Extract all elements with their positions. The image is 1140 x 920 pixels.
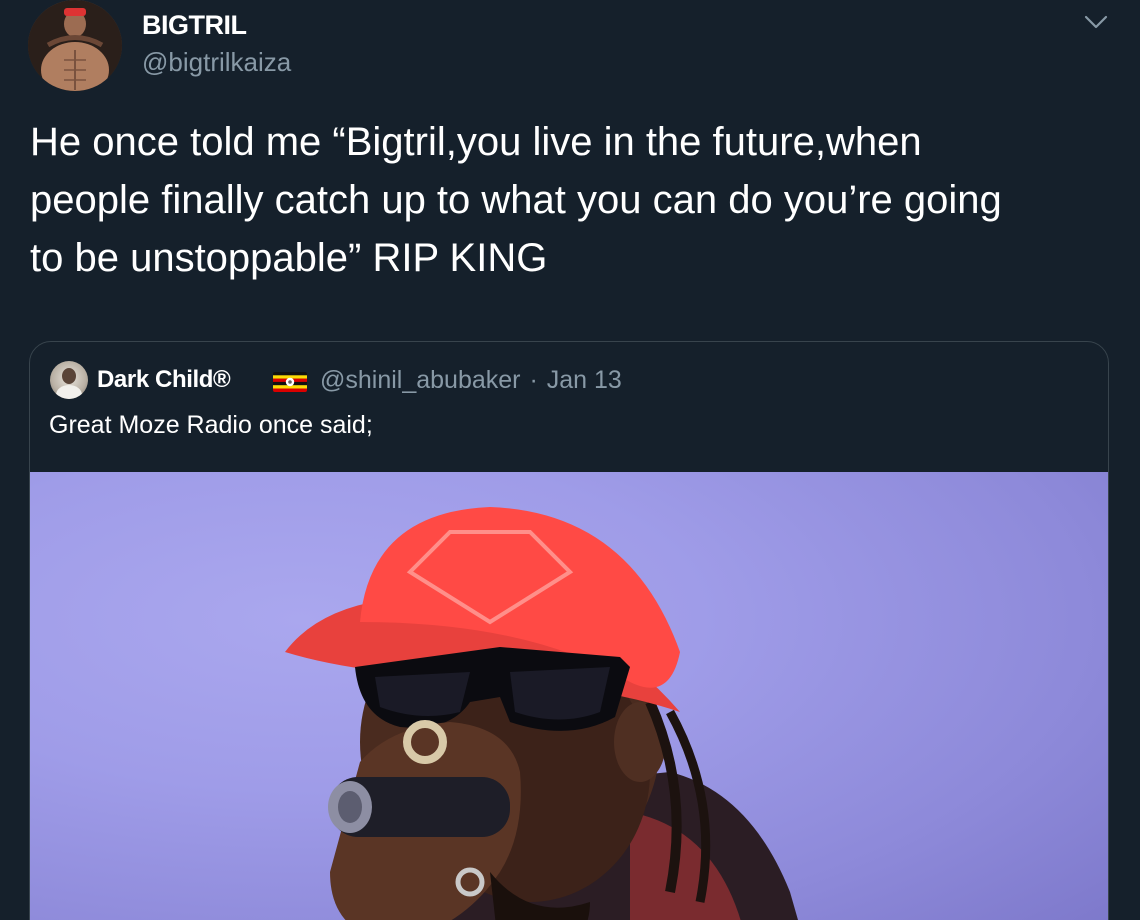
quoted-tweet-text: Great Moze Radio once said; bbox=[49, 411, 373, 439]
quoted-tweet[interactable]: Dark Child® @shinil_abubaker · Jan 13 Gr… bbox=[29, 341, 1109, 920]
author-avatar[interactable] bbox=[28, 0, 122, 91]
meta-separator: · bbox=[529, 366, 538, 394]
tweet-text: He once told me “Bigtril,you live in the… bbox=[30, 120, 1002, 280]
author-handle[interactable]: @bigtrilkaiza bbox=[142, 47, 291, 78]
quoted-tweet-date[interactable]: Jan 13 bbox=[547, 366, 622, 394]
quoted-tweet-meta: @shinil_abubaker · Jan 13 bbox=[320, 366, 622, 395]
quoted-author-handle[interactable]: @shinil_abubaker bbox=[320, 366, 521, 394]
chevron-down-icon[interactable] bbox=[1082, 10, 1110, 34]
uganda-flag-icon bbox=[273, 372, 307, 392]
author-display-name[interactable]: BIGTRIL bbox=[142, 10, 247, 41]
quoted-author-avatar[interactable] bbox=[50, 361, 88, 399]
tweet: BIGTRIL @bigtrilkaiza He once told me “B… bbox=[0, 0, 1140, 920]
quoted-tweet-photo[interactable] bbox=[30, 472, 1108, 920]
quoted-author-display-name[interactable]: Dark Child® bbox=[97, 366, 231, 394]
